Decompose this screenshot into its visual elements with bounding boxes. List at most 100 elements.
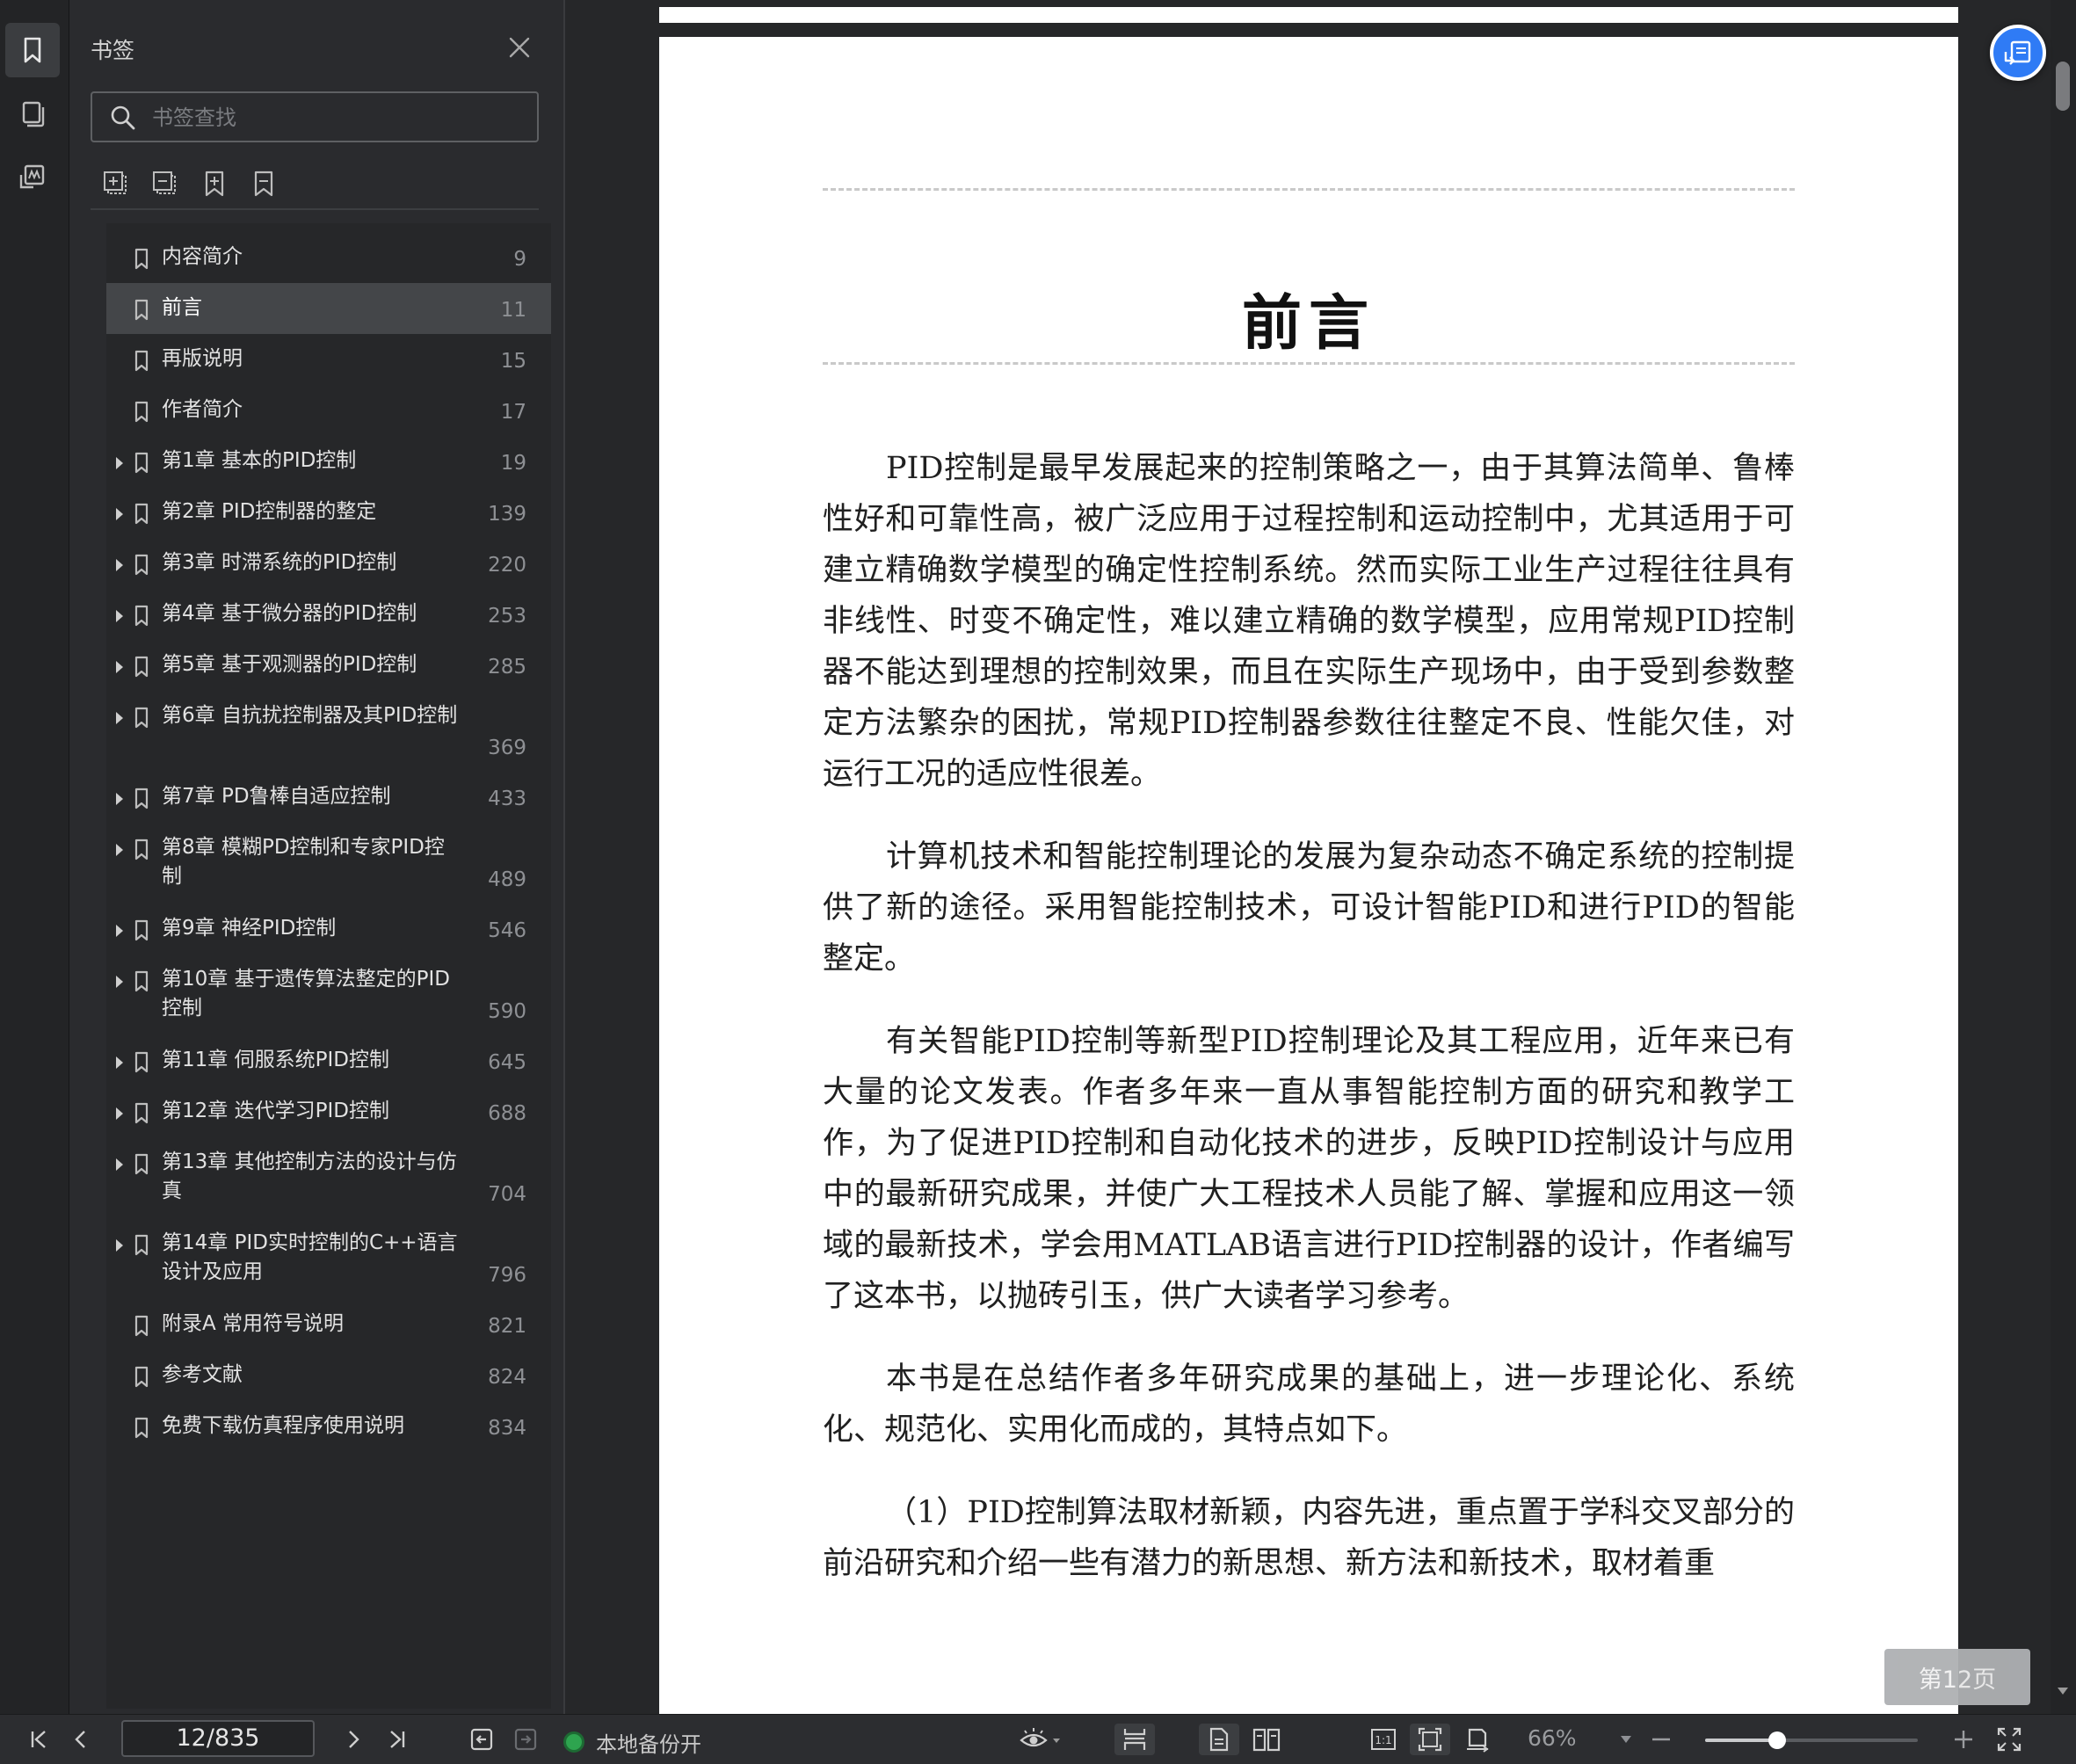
bookmark-title: 第13章 其他控制方法的设计与仿真 [162,1151,457,1202]
rotate-icon [1467,1728,1489,1753]
bookmark-item[interactable]: 第7章 PD鲁棒自适应控制 433 [106,772,551,823]
expand-arrow-icon[interactable] [113,709,126,727]
rotate-button[interactable] [1457,1724,1498,1755]
bookmark-icon [134,299,149,321]
bookmark-title: 第7章 PD鲁棒自适应控制 [162,785,391,808]
bookmark-icon [134,605,149,627]
zoom-dropdown-button[interactable] [1614,1724,1638,1755]
continuous-scroll-button[interactable] [1114,1724,1155,1755]
bookmark-page-number: 253 [488,605,526,628]
expand-arrow-icon[interactable] [113,1054,126,1071]
bookmark-page-number: 17 [500,401,526,424]
paragraph: 本书是在总结作者多年研究成果的基础上，进一步理论化、系统化、规范化、实用化而成的… [823,1361,1795,1448]
expand-arrow-icon[interactable] [113,841,126,859]
rail-bookmarks-button[interactable] [5,23,60,77]
bookmark-item[interactable]: 参考文献 824 [106,1350,551,1401]
eye-care-mode-button[interactable] [1016,1724,1065,1755]
bookmark-item[interactable]: 第1章 基本的PID控制 19 [106,436,551,487]
expand-arrow-icon[interactable] [113,922,126,940]
bookmark-item[interactable]: 第3章 时滞系统的PID控制 220 [106,538,551,589]
zoom-in-button[interactable] [1948,1724,1979,1755]
document-viewer[interactable]: 前言 PID控制是最早发展起来的控制策略之一，由于其算法简单、鲁棒性好和可靠性高… [565,0,2051,1714]
zoom-out-button[interactable] [1645,1724,1677,1755]
backup-status-label[interactable]: 本地备份开 [596,1727,701,1758]
bookmark-item[interactable]: 内容简介 9 [106,232,551,283]
scroll-down-arrow-icon[interactable] [2057,1686,2069,1696]
collapse-all-button[interactable] [150,169,180,199]
bookmark-item[interactable]: 第14章 PID实时控制的C++语言设计及应用 796 [106,1218,551,1299]
bookmark-title: 第8章 模糊PD控制和专家PID控制 [162,836,445,888]
bookmark-item[interactable]: 第9章 神经PID控制 546 [106,904,551,955]
bookmark-icon [134,1417,149,1439]
bookmark-item[interactable]: 第5章 基于观测器的PID控制 285 [106,640,551,691]
expand-arrow-icon[interactable] [113,505,126,523]
bookmark-item[interactable]: 第6章 自抗扰控制器及其PID控制 369 [106,691,551,772]
close-panel-button[interactable] [507,35,532,60]
add-bookmark-button[interactable] [200,169,229,199]
bookmark-item[interactable]: 第4章 基于微分器的PID控制 253 [106,589,551,640]
scrollbar-thumb[interactable] [2056,62,2070,111]
bookmark-item[interactable]: 第10章 基于遗传算法整定的PID控制 590 [106,955,551,1035]
expand-arrow-icon[interactable] [113,973,126,991]
expand-arrow-icon[interactable] [113,454,126,472]
bookmark-page-number: 9 [513,248,526,271]
bookmark-item[interactable]: 第13章 其他控制方法的设计与仿真 704 [106,1137,551,1218]
vertical-scrollbar[interactable] [2051,0,2076,1714]
bookmark-page-number: 796 [488,1264,526,1287]
bookmark-item[interactable]: 第2章 PID控制器的整定 139 [106,487,551,538]
expand-arrow-icon[interactable] [113,1156,126,1173]
bookmark-item[interactable]: 作者简介 17 [106,385,551,436]
bookmark-item[interactable]: 再版说明 15 [106,334,551,385]
expand-arrow-icon[interactable] [113,607,126,625]
bookmark-item[interactable]: 第11章 伺服系统PID控制 645 [106,1035,551,1086]
previous-page-button[interactable] [65,1724,97,1755]
expand-arrow-icon[interactable] [113,556,126,574]
bookmark-title: 第1章 基本的PID控制 [162,449,357,472]
fit-page-button[interactable] [1410,1724,1450,1755]
rail-thumbnails-button[interactable] [5,86,60,141]
bookmark-page-number: 834 [488,1417,526,1440]
bookmark-page-number: 220 [488,554,526,577]
zoom-slider-handle[interactable] [1768,1731,1787,1749]
expand-arrow-icon[interactable] [113,658,126,676]
remove-bookmark-button[interactable] [249,169,279,199]
bookmark-title: 参考文献 [162,1363,243,1386]
bookmark-item[interactable]: 第12章 迭代学习PID控制 688 [106,1086,551,1137]
expand-arrow-icon[interactable] [113,790,126,808]
double-page-button[interactable] [1246,1724,1287,1755]
bookmark-title: 第4章 基于微分器的PID控制 [162,602,417,625]
paragraph: （1）PID控制算法取材新颖，内容先进，重点置于学科交叉部分的前沿研究和介绍一些… [823,1495,1795,1581]
bookmark-icon [134,554,149,576]
expand-arrow-icon[interactable] [113,1105,126,1122]
single-page-icon [1209,1727,1229,1752]
history-back-button[interactable] [466,1724,497,1755]
next-page-button[interactable] [338,1724,369,1755]
rail-annotations-button[interactable] [5,149,60,204]
bookmark-item[interactable]: 免费下载仿真程序使用说明 834 [106,1401,551,1452]
document-page: 前言 PID控制是最早发展起来的控制策略之一，由于其算法简单、鲁棒性好和可靠性高… [659,37,1958,1714]
bookmark-page-number: 489 [488,868,526,891]
actual-size-button[interactable]: 1:1 [1364,1724,1403,1755]
bookmark-item[interactable]: 第8章 模糊PD控制和专家PID控制 489 [106,823,551,904]
zoom-slider-fill [1705,1739,1778,1742]
page-number-tag: 第12页 [1884,1649,2030,1705]
bookmark-icon [24,37,41,63]
history-forward-button[interactable] [510,1724,541,1755]
last-page-icon [390,1731,405,1748]
fullscreen-icon [1997,1727,2022,1752]
zoom-slider[interactable] [1705,1731,1918,1749]
expand-all-button[interactable] [101,169,131,199]
page-number-input[interactable]: 12/835 [121,1720,315,1757]
floating-action-button[interactable] [1990,25,2046,81]
expand-arrow-icon[interactable] [113,1237,126,1254]
fullscreen-button[interactable] [1992,1724,2027,1755]
single-page-button[interactable] [1199,1724,1239,1755]
zoom-level[interactable]: 66% [1528,1725,1577,1751]
plus-icon [1955,1731,1972,1748]
bookmark-page-number: 433 [488,788,526,810]
bookmark-item[interactable]: 附录A 常用符号说明 821 [106,1299,551,1350]
bookmark-search-input[interactable] [150,102,523,134]
bookmark-item[interactable]: 前言 11 [106,283,551,334]
last-page-button[interactable] [381,1724,413,1755]
first-page-button[interactable] [23,1724,54,1755]
